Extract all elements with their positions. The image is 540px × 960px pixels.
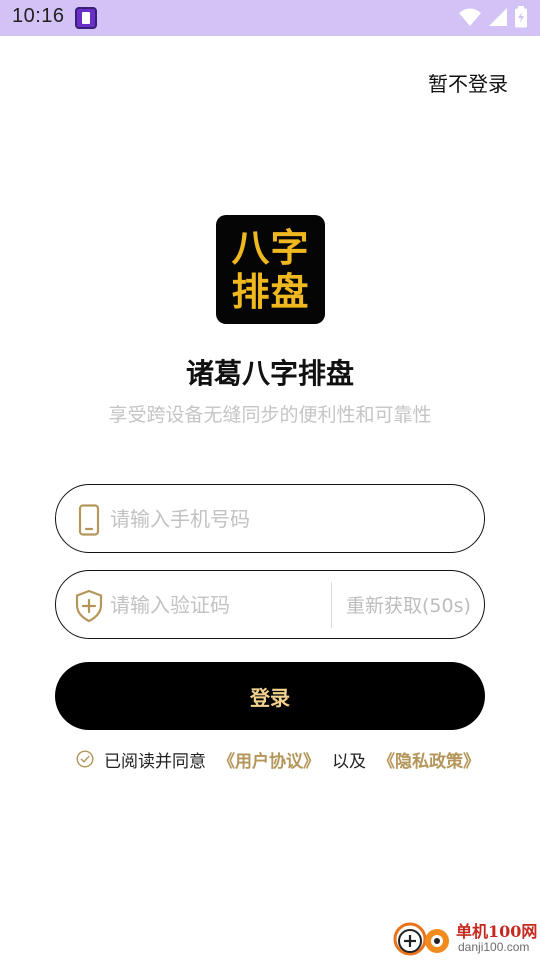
status-bar: 10:16 xyxy=(0,0,540,36)
check-circle-icon xyxy=(76,750,94,768)
status-time: 10:16 xyxy=(12,5,65,27)
wifi-icon xyxy=(459,8,481,26)
agreement-conjunction: 以及 xyxy=(332,751,366,772)
login-button[interactable]: 登录 xyxy=(55,662,485,730)
app-notification-icon xyxy=(75,7,97,29)
cellular-signal-icon xyxy=(489,8,507,26)
field-divider xyxy=(331,582,332,628)
app-name: 诸葛八字排盘 xyxy=(185,357,354,390)
agreement-prefix: 已阅读并同意 xyxy=(104,751,206,772)
battery-charging-icon xyxy=(515,6,527,28)
app-logo: 八字 排盘 xyxy=(216,215,325,324)
agreement-checkbox[interactable] xyxy=(76,750,94,768)
phone-icon xyxy=(74,503,104,537)
watermark: 单机100网 danji100.com xyxy=(390,916,540,960)
status-icons xyxy=(458,6,528,28)
watermark-title: 单机100网 xyxy=(456,922,538,941)
app-subtitle: 享受跨设备无缝同步的便利性和可靠性 xyxy=(108,404,432,426)
resend-code-button[interactable]: 重新获取(50s) xyxy=(346,591,471,618)
watermark-logo-icon xyxy=(393,922,449,956)
phone-input[interactable] xyxy=(110,501,450,537)
verification-code-field[interactable]: 重新获取(50s) xyxy=(55,570,485,639)
phone-field[interactable] xyxy=(55,484,485,553)
app-logo-line1: 八字 xyxy=(231,224,310,270)
privacy-policy-link[interactable]: 《隐私政策》 xyxy=(378,747,480,772)
skip-login-button[interactable]: 暂不登录 xyxy=(428,68,508,97)
agreement-row: 已阅读并同意 《用户协议》 以及 《隐私政策》 xyxy=(76,747,480,772)
shield-plus-icon xyxy=(74,589,104,623)
app-logo-line2: 排盘 xyxy=(231,268,310,314)
user-agreement-link[interactable]: 《用户协议》 xyxy=(218,747,320,772)
watermark-url: danji100.com xyxy=(458,940,530,954)
verification-code-input[interactable] xyxy=(110,587,320,623)
